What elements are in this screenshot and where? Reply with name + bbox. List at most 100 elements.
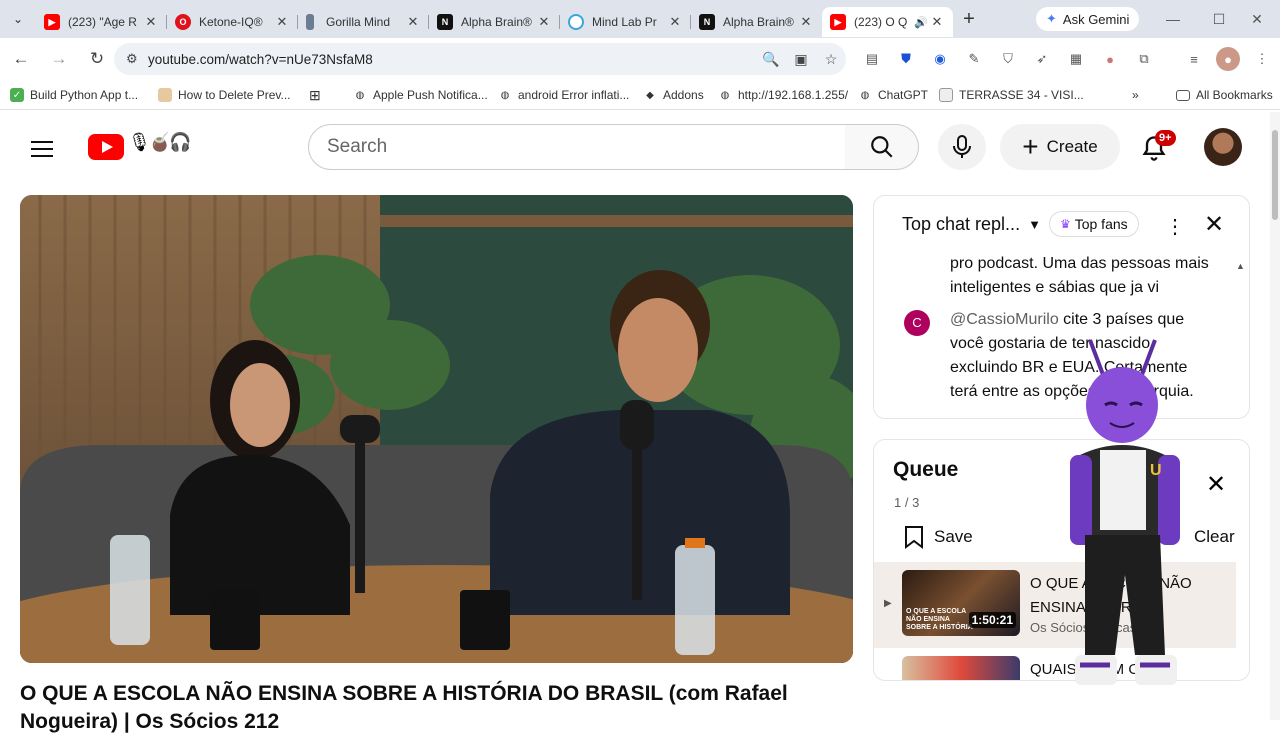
video-player[interactable] [20,195,853,663]
bookmark-label: How to Delete Prev... [178,88,291,102]
close-tab-icon[interactable]: ✕ [798,14,814,30]
globe-icon: ◍ [720,89,730,101]
search-input[interactable]: Search [308,124,846,170]
puzzle-icon[interactable]: ⧉ [1132,47,1156,71]
video-frame [20,195,853,663]
browser-tab[interactable]: O Ketone-IQ® ✕ [167,7,298,37]
record-circle-icon[interactable]: ◉ [928,47,952,71]
onnit-icon: N [699,14,715,30]
close-tab-icon[interactable]: ✕ [667,14,683,30]
tab-title: Alpha Brain® [723,15,794,29]
bookmark-item[interactable]: ✓ Build Python App t... [10,85,138,105]
video-title: O QUE A ESCOLA NÃO ENSINA SOBRE A HISTÓR… [20,682,788,733]
youtube-doodle-icon[interactable]: 🎙🧉🎧 [128,132,192,153]
scroll-up-arrow-icon[interactable]: ▲ [1236,254,1245,278]
media-control-icon[interactable]: ≡ [1182,47,1206,71]
close-tab-icon[interactable]: ✕ [536,14,552,30]
chat-mode-dropdown[interactable]: Top chat repl... [902,214,1020,235]
shield-outline-icon[interactable]: ⛉ [996,47,1020,71]
minimize-icon[interactable]: — [1150,0,1196,38]
youtube-logo[interactable] [88,134,124,160]
more-options-icon[interactable]: ⋮ [1165,214,1185,239]
bookmark-item[interactable]: ◆ Addons [643,85,704,105]
chevron-down-icon[interactable]: ▼ [1028,217,1041,232]
top-fans-chip[interactable]: ♛ Top fans [1048,211,1139,237]
ask-gemini-label: Ask Gemini [1062,11,1130,27]
profile-avatar-icon[interactable]: ● [1216,47,1240,71]
zoom-icon[interactable]: 🔍 [756,51,786,68]
address-bar[interactable]: ⚙ youtube.com/watch?v=nUe73NsfaM8 🔍 ▣ ☆ [114,43,846,75]
browser-tab[interactable]: N Alpha Brain® ✕ [691,7,822,37]
youtube-icon: ▶ [44,14,60,30]
forward-arrow-icon[interactable]: → [42,42,76,76]
grid-extension-icon[interactable]: ▦ [1064,47,1088,71]
globe-icon: ◍ [500,89,510,101]
create-button[interactable]: + Create [1000,124,1120,170]
bookmark-label: Build Python App t... [30,88,139,102]
close-tab-icon[interactable]: ✕ [929,14,945,30]
voice-search-button[interactable] [938,124,986,170]
extension-icon[interactable]: ▤ [860,47,884,71]
tab-search-chevron-icon[interactable]: ⌄ [0,0,36,38]
save-button[interactable]: Save [904,525,973,549]
tab-title: Mind Lab Pr [592,15,657,29]
window-close-icon[interactable]: ✕ [1234,0,1280,38]
chat-author-name[interactable]: @CassioMurilo [950,311,1059,328]
browser-tab[interactable]: ▶ (223) "Age R ✕ [36,7,167,37]
browser-menu-icon[interactable]: ⋮ [1250,47,1274,71]
bookmark-save-icon [905,526,923,549]
close-chat-icon[interactable]: ✕ [1204,210,1224,239]
bookmark-green-icon: ✓ [10,88,24,102]
bookmark-label: ChatGPT [878,88,929,102]
bookmark-star-icon[interactable]: ☆ [816,51,846,68]
youtube-header: 🎙🧉🎧 Search + Create 9+ [0,112,1270,182]
bookmark-label: android Error inflati... [518,88,630,102]
bookmark-item[interactable]: ◍ Apple Push Notifica... [353,85,488,105]
close-queue-icon[interactable]: ✕ [1206,470,1226,499]
folder-icon [1176,89,1190,101]
browser-tab-active[interactable]: ▶ (223) O Q 🔊 ✕ [822,7,953,37]
bookmark-item[interactable]: TERRASSE 34 - VISI... [939,85,1084,105]
search-button[interactable] [845,124,919,170]
install-app-icon[interactable]: ▣ [786,51,816,68]
speaker-icon[interactable]: 🔊 [913,16,929,29]
page-scrollbar[interactable] [1270,112,1280,720]
bookmark-item[interactable]: How to Delete Prev... [158,85,291,105]
menu-hamburger-icon[interactable] [28,136,56,158]
close-tab-icon[interactable]: ✕ [143,14,159,30]
mindlab-icon [568,14,584,30]
browser-tab[interactable]: Mind Lab Pr ✕ [560,7,691,37]
color-extension-icon[interactable]: ● [1098,47,1122,71]
account-avatar[interactable] [1204,128,1242,166]
tab-title: (223) "Age R [68,15,137,29]
url-text[interactable]: youtube.com/watch?v=nUe73NsfaM8 [148,52,756,67]
browser-tab[interactable]: Gorilla Mind ✕ [298,7,429,37]
close-tab-icon[interactable]: ✕ [405,14,421,30]
cursor-icon[interactable]: ➶ [1030,47,1054,71]
bookmark-item[interactable]: ◍ android Error inflati... [498,85,630,105]
thumbnail-caption: O QUE A ESCOLA NÃO ENSINA SOBRE A HISTÓR… [906,608,973,631]
opera-icon: O [175,14,191,30]
new-tab-plus-icon[interactable]: + [955,8,983,31]
ask-gemini-button[interactable]: ✦ Ask Gemini [1036,7,1140,31]
back-arrow-icon[interactable]: ← [4,42,38,76]
gemini-sparkle-icon: ✦ [1046,11,1057,26]
more-bookmarks-chevron-icon[interactable]: » [1132,85,1139,105]
apps-grid-icon[interactable]: ⊞ [309,85,321,105]
browser-toolbar: ← → ↻ ⚙ youtube.com/watch?v=nUe73NsfaM8 … [0,38,1280,80]
diamond-icon: ◆ [646,89,654,101]
pin-icon[interactable]: ✎ [962,47,986,71]
shield-icon[interactable]: ⛊ [894,47,918,71]
bookmark-item[interactable]: ◍ http://192.168.1.255/ [718,85,848,105]
bookmark-item[interactable]: ◍ ChatGPT [858,85,928,105]
queue-count: 1 / 3 [894,495,920,510]
all-bookmarks-button[interactable]: All Bookmarks [1176,85,1273,105]
bookmark-tan-icon [158,88,172,102]
site-settings-icon[interactable]: ⚙ [126,51,148,67]
clear-button[interactable]: Clear [1194,527,1235,547]
bookmark-label: http://192.168.1.255/ [738,88,849,102]
browser-tab[interactable]: N Alpha Brain® ✕ [429,7,560,37]
reload-icon[interactable]: ↻ [80,42,114,76]
close-tab-icon[interactable]: ✕ [274,14,290,30]
scrollbar-thumb[interactable] [1272,130,1278,220]
